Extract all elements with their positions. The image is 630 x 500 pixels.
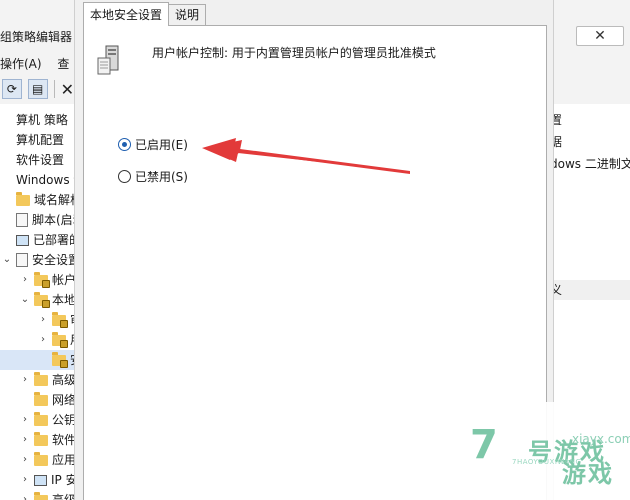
tree-item-label: 高级审 bbox=[52, 493, 74, 500]
chevron-right-icon[interactable]: › bbox=[20, 370, 30, 390]
policy-computer-icon bbox=[97, 45, 119, 75]
tree-item-label: 网络列 bbox=[52, 393, 74, 407]
folder-icon bbox=[34, 391, 48, 406]
tree-item[interactable]: Windows 设 bbox=[0, 170, 74, 190]
tree-item[interactable]: 软件设置 bbox=[0, 150, 64, 170]
tree-item-label: 本地策 bbox=[52, 293, 74, 307]
folder-icon bbox=[34, 431, 48, 446]
tree-item-label: 安全设置 bbox=[32, 253, 74, 267]
tree-item-label: 公钥策 bbox=[52, 413, 74, 427]
chevron-right-icon[interactable]: › bbox=[20, 430, 30, 450]
folder-lock-icon bbox=[52, 331, 68, 348]
tree-item-label: 已部署的打 bbox=[33, 233, 74, 247]
tree-item[interactable]: 脚本(启动 bbox=[0, 210, 74, 230]
tree-item-label: 算机配置 bbox=[16, 133, 65, 147]
tab-explain[interactable]: 说明 bbox=[168, 4, 207, 26]
chevron-right-icon[interactable]: › bbox=[20, 490, 30, 500]
folder-lock-icon bbox=[52, 311, 68, 328]
tree-item-label: 算机 策略 bbox=[16, 113, 68, 127]
dialog-tabs: 本地安全设置 说明 bbox=[83, 2, 207, 26]
chevron-right-icon[interactable]: › bbox=[20, 450, 30, 470]
watermark-number: 7 bbox=[470, 422, 498, 468]
folder-lock-icon bbox=[52, 351, 68, 368]
delete-icon[interactable]: ✕ bbox=[61, 80, 74, 99]
details-selected-row[interactable]: 义 bbox=[550, 280, 630, 300]
details-text: dows 二进制文 bbox=[550, 157, 630, 171]
chevron-right-icon[interactable]: › bbox=[20, 270, 30, 290]
tree-item-label: 脚本(启动 bbox=[32, 213, 74, 227]
console-tree: 算机 策略算机配置软件设置 Windows 设域名解析策脚本(启动已部署的打 ⌄ 安全… bbox=[0, 104, 74, 500]
tree-item-label: 帐户策 bbox=[52, 273, 74, 287]
menu-view[interactable]: 查 bbox=[57, 57, 69, 71]
tree-item[interactable]: › 软件限 bbox=[0, 430, 74, 450]
tree-item[interactable]: ⌄ 本地策 bbox=[0, 290, 74, 310]
tree-item[interactable]: ⌄ 安全设置 bbox=[0, 250, 74, 270]
folder-icon bbox=[34, 371, 48, 386]
tree-item[interactable]: ›用户 bbox=[0, 330, 74, 350]
folder-icon bbox=[34, 491, 48, 500]
computer-icon bbox=[34, 474, 47, 486]
chevron-right-icon[interactable]: › bbox=[38, 330, 48, 350]
tree-item-label: 域名解析策 bbox=[34, 193, 74, 207]
menu-action[interactable]: 操作(A) bbox=[0, 57, 42, 71]
tree-item[interactable]: › 高级安 bbox=[0, 370, 74, 390]
tree-item[interactable]: 算机配置 bbox=[0, 130, 64, 150]
tree-item[interactable]: 网络列 bbox=[0, 390, 74, 410]
tree-item-label: 软件限 bbox=[52, 433, 74, 447]
tree-item[interactable]: 算机 策略 bbox=[0, 110, 68, 130]
watermark-url: xiayx.com bbox=[572, 432, 630, 446]
tree-item[interactable]: › 高级审 bbox=[0, 490, 74, 500]
disabled-label[interactable]: 已禁用(S) bbox=[135, 168, 188, 185]
tree-item[interactable]: ›审 bbox=[0, 310, 74, 330]
document-icon bbox=[16, 253, 28, 267]
chevron-right-icon[interactable]: › bbox=[20, 410, 30, 430]
document-icon bbox=[16, 213, 28, 227]
disabled-radio[interactable] bbox=[118, 170, 131, 183]
chevron-right-icon[interactable]: › bbox=[38, 310, 48, 330]
tree-item[interactable]: 域名解析策 bbox=[0, 190, 74, 210]
tree-item[interactable]: › IP 安全 bbox=[0, 470, 74, 490]
enabled-label[interactable]: 已启用(E) bbox=[135, 136, 188, 153]
tab-local-security-setting[interactable]: 本地安全设置 bbox=[83, 2, 170, 26]
background-window-title: 组策略编辑器 bbox=[0, 30, 73, 44]
enabled-radio[interactable] bbox=[118, 138, 131, 151]
toolbar-divider bbox=[53, 80, 55, 98]
computer-icon bbox=[16, 234, 29, 246]
folder-lock-icon bbox=[34, 271, 50, 288]
chevron-down-icon[interactable]: ⌄ bbox=[20, 290, 30, 310]
tree-item[interactable]: › 应用程 bbox=[0, 450, 74, 470]
tree-item-label: 高级安 bbox=[52, 373, 74, 387]
chevron-down-icon[interactable]: ⌄ bbox=[2, 250, 12, 270]
tree-item-label: IP 安全 bbox=[51, 473, 74, 487]
disabled-option[interactable]: 已禁用(S) bbox=[118, 168, 188, 185]
tree-item[interactable]: 已部署的打 bbox=[0, 230, 74, 250]
site-watermark: 7 号游戏 xiayx.com 7HAOYOUXIWANG 游戏 bbox=[432, 402, 630, 500]
watermark-game: 游戏 bbox=[562, 460, 614, 488]
tree-item-label: 软件设置 bbox=[16, 153, 65, 167]
tree-item-label: 应用程 bbox=[52, 453, 74, 467]
folder-icon bbox=[34, 451, 48, 466]
tree-item[interactable]: › 公钥策 bbox=[0, 410, 74, 430]
close-button[interactable]: ✕ bbox=[576, 26, 624, 46]
properties-icon[interactable]: ▤ bbox=[27, 79, 48, 99]
policy-title: 用户帐户控制: 用于内置管理员帐户的管理员批准模式 bbox=[152, 46, 436, 60]
tree-item-label: Windows 设 bbox=[16, 173, 74, 187]
annotation-arrow bbox=[202, 138, 410, 174]
enabled-option[interactable]: 已启用(E) bbox=[118, 136, 188, 153]
folder-lock-icon bbox=[34, 291, 50, 308]
folder-icon bbox=[34, 411, 48, 426]
folder-icon bbox=[16, 191, 30, 206]
menu-bar: 操作(A) 查 bbox=[0, 52, 74, 76]
toolbar: ⟳ ▤ ✕ bbox=[0, 76, 74, 102]
tree-item[interactable]: › 帐户策 bbox=[0, 270, 74, 290]
chevron-right-icon[interactable]: › bbox=[20, 470, 30, 490]
tree-item[interactable]: 安全 bbox=[0, 350, 74, 370]
refresh-icon[interactable]: ⟳ bbox=[2, 79, 22, 99]
